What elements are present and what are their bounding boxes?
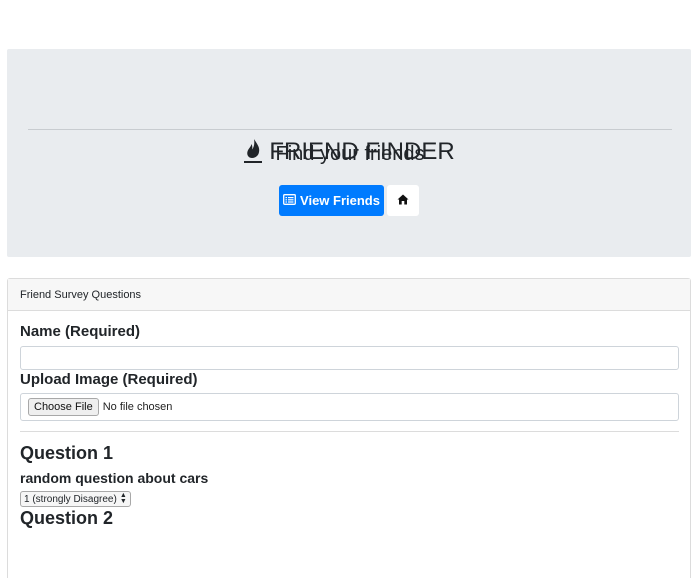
tagline: Find your friends <box>275 143 425 165</box>
home-icon <box>397 193 409 208</box>
name-input[interactable] <box>20 346 679 370</box>
image-label: Upload Image (Required) <box>20 371 198 388</box>
select-arrows-icon: ▲ ▼ <box>119 492 127 505</box>
page: FRIEND FINDER Find your friends View Fri… <box>0 0 700 578</box>
jumbotron-divider <box>28 129 672 130</box>
question-2-title: Question 2 <box>20 508 114 528</box>
question-1-selected-value: 1 (strongly Disagree) <box>24 493 117 505</box>
image-upload-field: Choose File No file chosen <box>20 393 679 421</box>
file-status: No file chosen <box>102 401 173 413</box>
question-1-text: random question about cars <box>20 470 209 486</box>
view-friends-label: View Friends <box>300 193 380 208</box>
choose-file-button[interactable]: Choose File <box>28 398 99 416</box>
name-label: Name (Required) <box>20 323 141 340</box>
list-alt-icon <box>283 193 296 208</box>
survey-card: Friend Survey Questions Name (Required) … <box>7 278 691 578</box>
card-divider <box>20 431 679 432</box>
question-1-select[interactable]: 1 (strongly Disagree) ▲ ▼ <box>20 491 131 507</box>
home-button[interactable] <box>387 185 419 216</box>
card-header: Friend Survey Questions <box>8 279 690 311</box>
question-1-title: Question 1 <box>20 443 114 463</box>
view-friends-button[interactable]: View Friends <box>279 185 384 216</box>
